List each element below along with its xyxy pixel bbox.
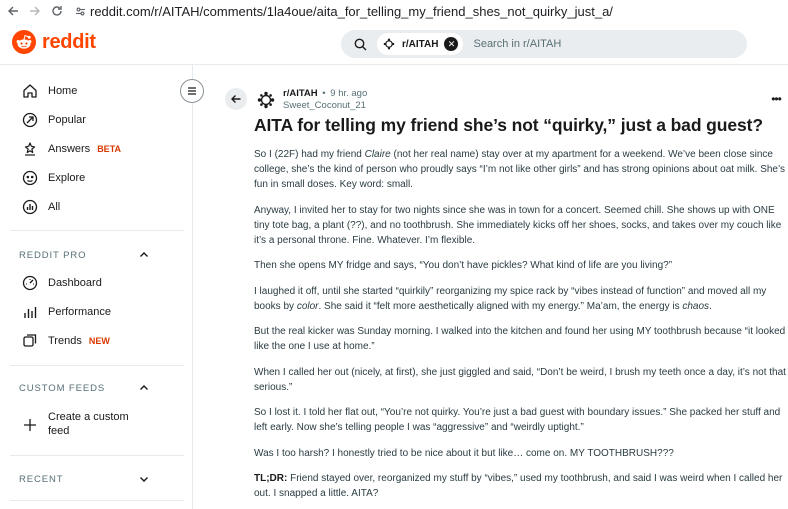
collapse-sidebar-button[interactable] [180,79,204,103]
sidebar-item-label: Performance [48,306,111,318]
sidebar-item-label: Popular [48,114,86,126]
sidebar-item-label: Trends NEW [48,335,110,347]
sidebar-item-label: Home [48,85,78,97]
chevron-up-icon[interactable] [138,382,150,394]
browser-reload-icon[interactable] [46,0,68,22]
post-paragraph: Anyway, I invited her to stay for two ni… [254,204,782,246]
sidebar-item-label: Answers BETA [48,143,122,155]
sidebar-divider [10,230,184,231]
back-button[interactable] [225,88,247,110]
reddit-wordmark: reddit [42,30,96,53]
post-body: So I (22F) had my friend Claire (not her… [254,147,786,509]
section-title-reddit-pro: REDDIT PRO [19,250,87,261]
sidebar-divider [10,365,184,366]
post-author[interactable]: Sweet_Coconut_21 [283,100,366,111]
create-custom-feed-button[interactable]: Create a custom feed [0,409,192,441]
address-bar[interactable]: reddit.com/r/AITAH/comments/1la4oue/aita… [74,2,613,20]
sidebar-item-label: Explore [48,172,86,184]
browser-toolbar: reddit.com/r/AITAH/comments/1la4oue/aita… [0,0,788,22]
post-title: AITA for telling my friend she’s not “qu… [254,115,763,135]
section-title-recent: RECENT [19,474,64,485]
chevron-down-icon[interactable] [138,473,150,485]
more-options-icon[interactable]: ••• [769,92,783,106]
search-icon [352,36,368,52]
sidebar-item-dashboard[interactable]: Dashboard [0,270,192,296]
new-badge: NEW [88,336,110,346]
reddit-snoo-icon [12,30,36,54]
reddit-logo[interactable]: reddit [12,30,96,54]
search-bar[interactable]: r/AITAH ✕ [341,30,747,58]
explore-icon [21,169,39,187]
popular-icon [21,111,39,129]
sidebar-item-explore[interactable]: Explore [0,165,192,191]
performance-icon [21,303,39,321]
sidebar-item-popular[interactable]: Popular [0,107,192,133]
answers-icon [21,140,39,158]
create-custom-feed-label: Create a custom feed [48,411,129,437]
sidebar-item-label: Dashboard [48,277,102,289]
plus-icon [21,416,39,434]
post-paragraph: TL;DR: Friend stayed over, reorganized m… [254,473,783,499]
post-paragraph: I laughed it off, until she started “qui… [254,285,767,312]
sidebar-item-performance[interactable]: Performance [0,299,192,325]
search-scope-chip[interactable]: r/AITAH ✕ [377,33,464,55]
post-meta: r/AITAH • 9 hr. ago [283,88,367,99]
trends-icon [21,332,39,350]
meta-separator: • [322,88,326,99]
sidebar-item-home[interactable]: Home [0,78,192,104]
subreddit-icon [382,37,396,51]
chevron-up-icon[interactable] [138,249,150,261]
close-icon[interactable]: ✕ [444,37,459,51]
search-input[interactable] [473,38,694,50]
left-sidebar: Home Popular Answers BETA Explore All RED… [0,65,193,509]
browser-forward-icon[interactable] [24,0,46,22]
site-info-icon[interactable] [74,5,86,17]
post-paragraph: Then she opens MY fridge and says, “You … [254,260,673,271]
sidebar-item-label: All [48,201,61,213]
sidebar-divider [10,500,184,501]
sidebar-item-all[interactable]: All [0,194,192,220]
post-paragraph: So I lost it. I told her flat out, “You’… [254,407,781,433]
home-icon [21,82,39,100]
post-paragraph: Was I too harsh? I honestly tried to be … [254,447,674,459]
subreddit-avatar[interactable] [256,90,276,110]
site-header: reddit r/AITAH ✕ [0,22,788,64]
all-icon [21,198,39,216]
post-paragraph: So I (22F) had my friend Claire (not her… [254,149,786,190]
post-timestamp: 9 hr. ago [330,88,368,99]
browser-back-icon[interactable] [2,0,24,22]
beta-badge: BETA [97,144,122,154]
url-text[interactable]: reddit.com/r/AITAH/comments/1la4oue/aita… [90,4,613,19]
sidebar-item-trends[interactable]: Trends NEW [0,328,192,354]
section-title-custom-feeds: CUSTOM FEEDS [19,383,106,394]
dashboard-icon [21,274,39,292]
post-paragraph: But the real kicker was Sunday morning. … [254,326,786,352]
sidebar-item-answers[interactable]: Answers BETA [0,136,192,162]
post-paragraph: When I called her out (nicely, at first)… [254,366,786,393]
sidebar-divider [10,455,184,456]
tldr-label: TL;DR: [254,473,288,484]
search-scope-label: r/AITAH [402,38,439,50]
subreddit-link[interactable]: r/AITAH [283,88,318,99]
